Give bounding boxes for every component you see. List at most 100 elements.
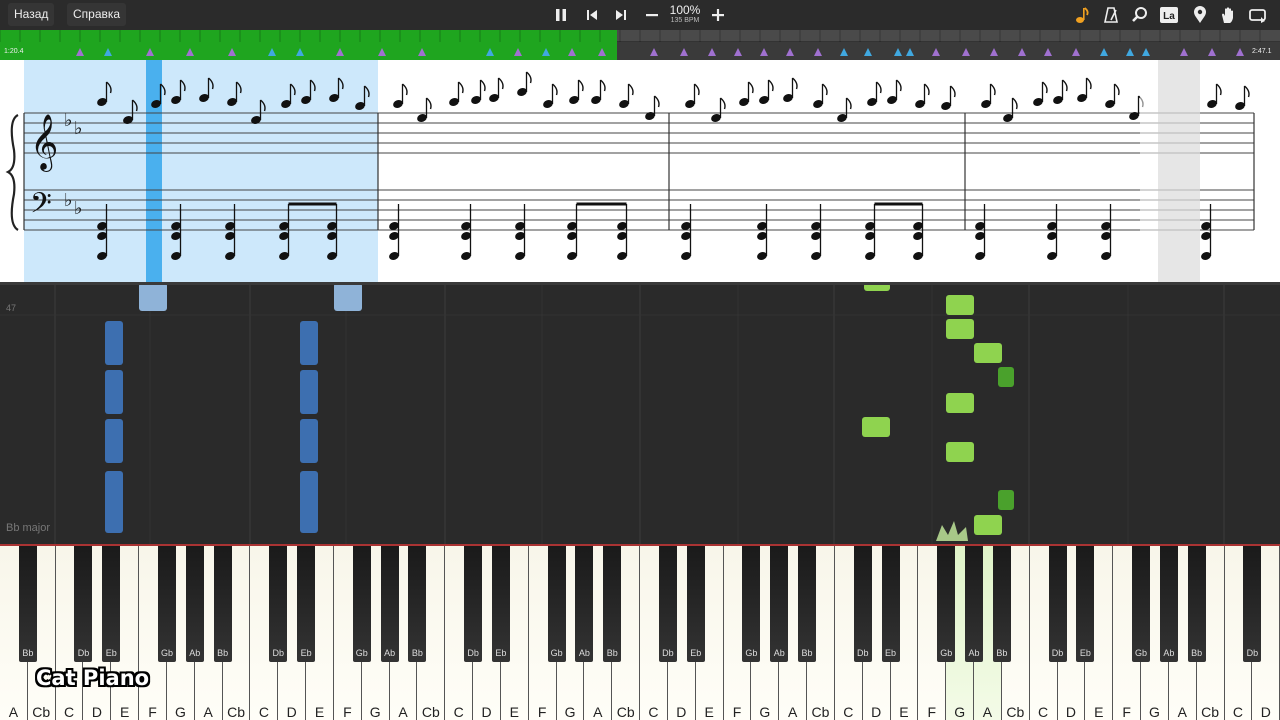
falling-note (139, 285, 167, 311)
song-timeline[interactable]: 1:20.4 2:47.1 (0, 30, 1280, 60)
treble-note (393, 83, 408, 108)
white-key-label: D (676, 704, 687, 720)
flat-sign: ♭ (74, 118, 83, 139)
black-key[interactable]: Gb (352, 546, 371, 662)
black-key[interactable]: Ab (575, 546, 594, 662)
falling-note (998, 490, 1014, 510)
help-button[interactable]: Справка (67, 3, 127, 26)
white-key-label: A (8, 704, 19, 720)
metronome-icon[interactable] (1100, 4, 1122, 26)
black-key-label: Gb (160, 648, 173, 658)
bass-chord (681, 204, 692, 260)
black-key[interactable]: Eb (102, 546, 121, 662)
plus-icon[interactable] (707, 4, 729, 26)
black-key[interactable]: Gb (547, 546, 566, 662)
black-key[interactable]: Ab (185, 546, 204, 662)
white-key-label: G (759, 704, 771, 720)
bass-chord (913, 204, 924, 260)
note-names-label: La (1163, 11, 1175, 22)
black-key[interactable]: Db (658, 546, 677, 662)
treble-note (517, 71, 532, 96)
timeline-marker (906, 48, 914, 56)
piano-keyboard[interactable]: A Cb C D E F G A Cb C D E F G A Cb C D E F G A Cb C D E F G A Cb C D E F G… (0, 544, 1280, 720)
bass-chord (865, 204, 876, 260)
black-key[interactable]: Bb (992, 546, 1011, 662)
black-key[interactable]: Bb (213, 546, 232, 662)
timeline-marker (1126, 48, 1134, 56)
black-key[interactable]: Db (1243, 546, 1262, 662)
black-key[interactable]: Eb (686, 546, 705, 662)
white-key-label: D (871, 704, 882, 720)
treble-note (867, 81, 882, 106)
loop-icon[interactable] (1247, 4, 1269, 26)
brace (5, 114, 19, 231)
black-key[interactable]: Bb (798, 546, 817, 662)
note-names-icon[interactable]: La (1158, 4, 1180, 26)
black-key[interactable]: Bb (408, 546, 427, 662)
treble-note (1033, 81, 1048, 106)
black-key[interactable]: Db (464, 546, 483, 662)
black-key[interactable]: Ab (380, 546, 399, 662)
magnifier-icon[interactable] (1129, 4, 1151, 26)
falling-note (862, 417, 890, 437)
timeline-marker (840, 48, 848, 56)
treble-note (417, 97, 432, 122)
falling-note (334, 285, 362, 311)
timeline-marker (760, 48, 768, 56)
black-key[interactable]: Db (1048, 546, 1067, 662)
timeline-marker (650, 48, 658, 56)
black-key-label: Eb (690, 648, 702, 658)
timeline-marker (228, 48, 236, 56)
timeline-marker (1180, 48, 1188, 56)
black-key[interactable]: Bb (603, 546, 622, 662)
black-key[interactable]: Db (269, 546, 288, 662)
falling-note (105, 321, 123, 365)
black-key[interactable]: Db (74, 546, 93, 662)
timeline-marker (514, 48, 522, 56)
black-key[interactable]: Gb (937, 546, 956, 662)
note-icon[interactable] (1071, 4, 1093, 26)
black-key-label: Ab (384, 648, 396, 658)
white-key-label: F (343, 704, 352, 720)
white-key-label: Cb (1201, 704, 1220, 720)
black-key-label: Ab (189, 648, 201, 658)
note-hit-spark (936, 521, 968, 541)
white-key-label: A (398, 704, 408, 720)
black-key[interactable]: Gb (157, 546, 176, 662)
black-key[interactable]: Eb (491, 546, 510, 662)
black-key[interactable]: Gb (1132, 546, 1151, 662)
timeline-marker (734, 48, 742, 56)
black-key[interactable]: Ab (770, 546, 789, 662)
skip-back-icon[interactable] (581, 4, 603, 26)
hand-icon[interactable] (1217, 4, 1239, 26)
location-pin-icon[interactable] (1189, 4, 1211, 26)
back-button[interactable]: Назад (8, 3, 55, 26)
falling-notes-area: 47 Bb major (0, 282, 1280, 547)
timeline-marker (418, 48, 426, 56)
black-key[interactable]: Ab (1159, 546, 1178, 662)
timeline-marker (186, 48, 194, 56)
white-key-label: F (927, 704, 937, 720)
black-key[interactable]: Eb (1076, 546, 1095, 662)
treble-note (471, 79, 486, 104)
black-key[interactable]: Bb (18, 546, 37, 662)
pause-icon[interactable] (550, 4, 572, 26)
bass-chord (567, 204, 578, 260)
treble-note (1077, 77, 1092, 102)
white-key-label: C (453, 704, 464, 720)
black-key[interactable]: Eb (881, 546, 900, 662)
black-key[interactable]: Ab (965, 546, 984, 662)
black-key[interactable]: Eb (297, 546, 316, 662)
minus-icon[interactable] (641, 4, 663, 26)
skip-forward-icon[interactable] (610, 4, 632, 26)
white-key-label: G (174, 704, 186, 720)
timeline-marker (104, 48, 112, 56)
black-key[interactable]: Db (853, 546, 872, 662)
black-key[interactable]: Bb (1187, 546, 1206, 662)
white-key-label: D (1260, 704, 1271, 720)
bass-chord (515, 204, 526, 260)
sheet-music[interactable]: 𝄞 𝄢 ♭ ♭ ♭ ♭ (0, 60, 1280, 282)
white-key-label: G (954, 704, 966, 720)
black-key[interactable]: Gb (742, 546, 761, 662)
falling-note (300, 419, 318, 463)
